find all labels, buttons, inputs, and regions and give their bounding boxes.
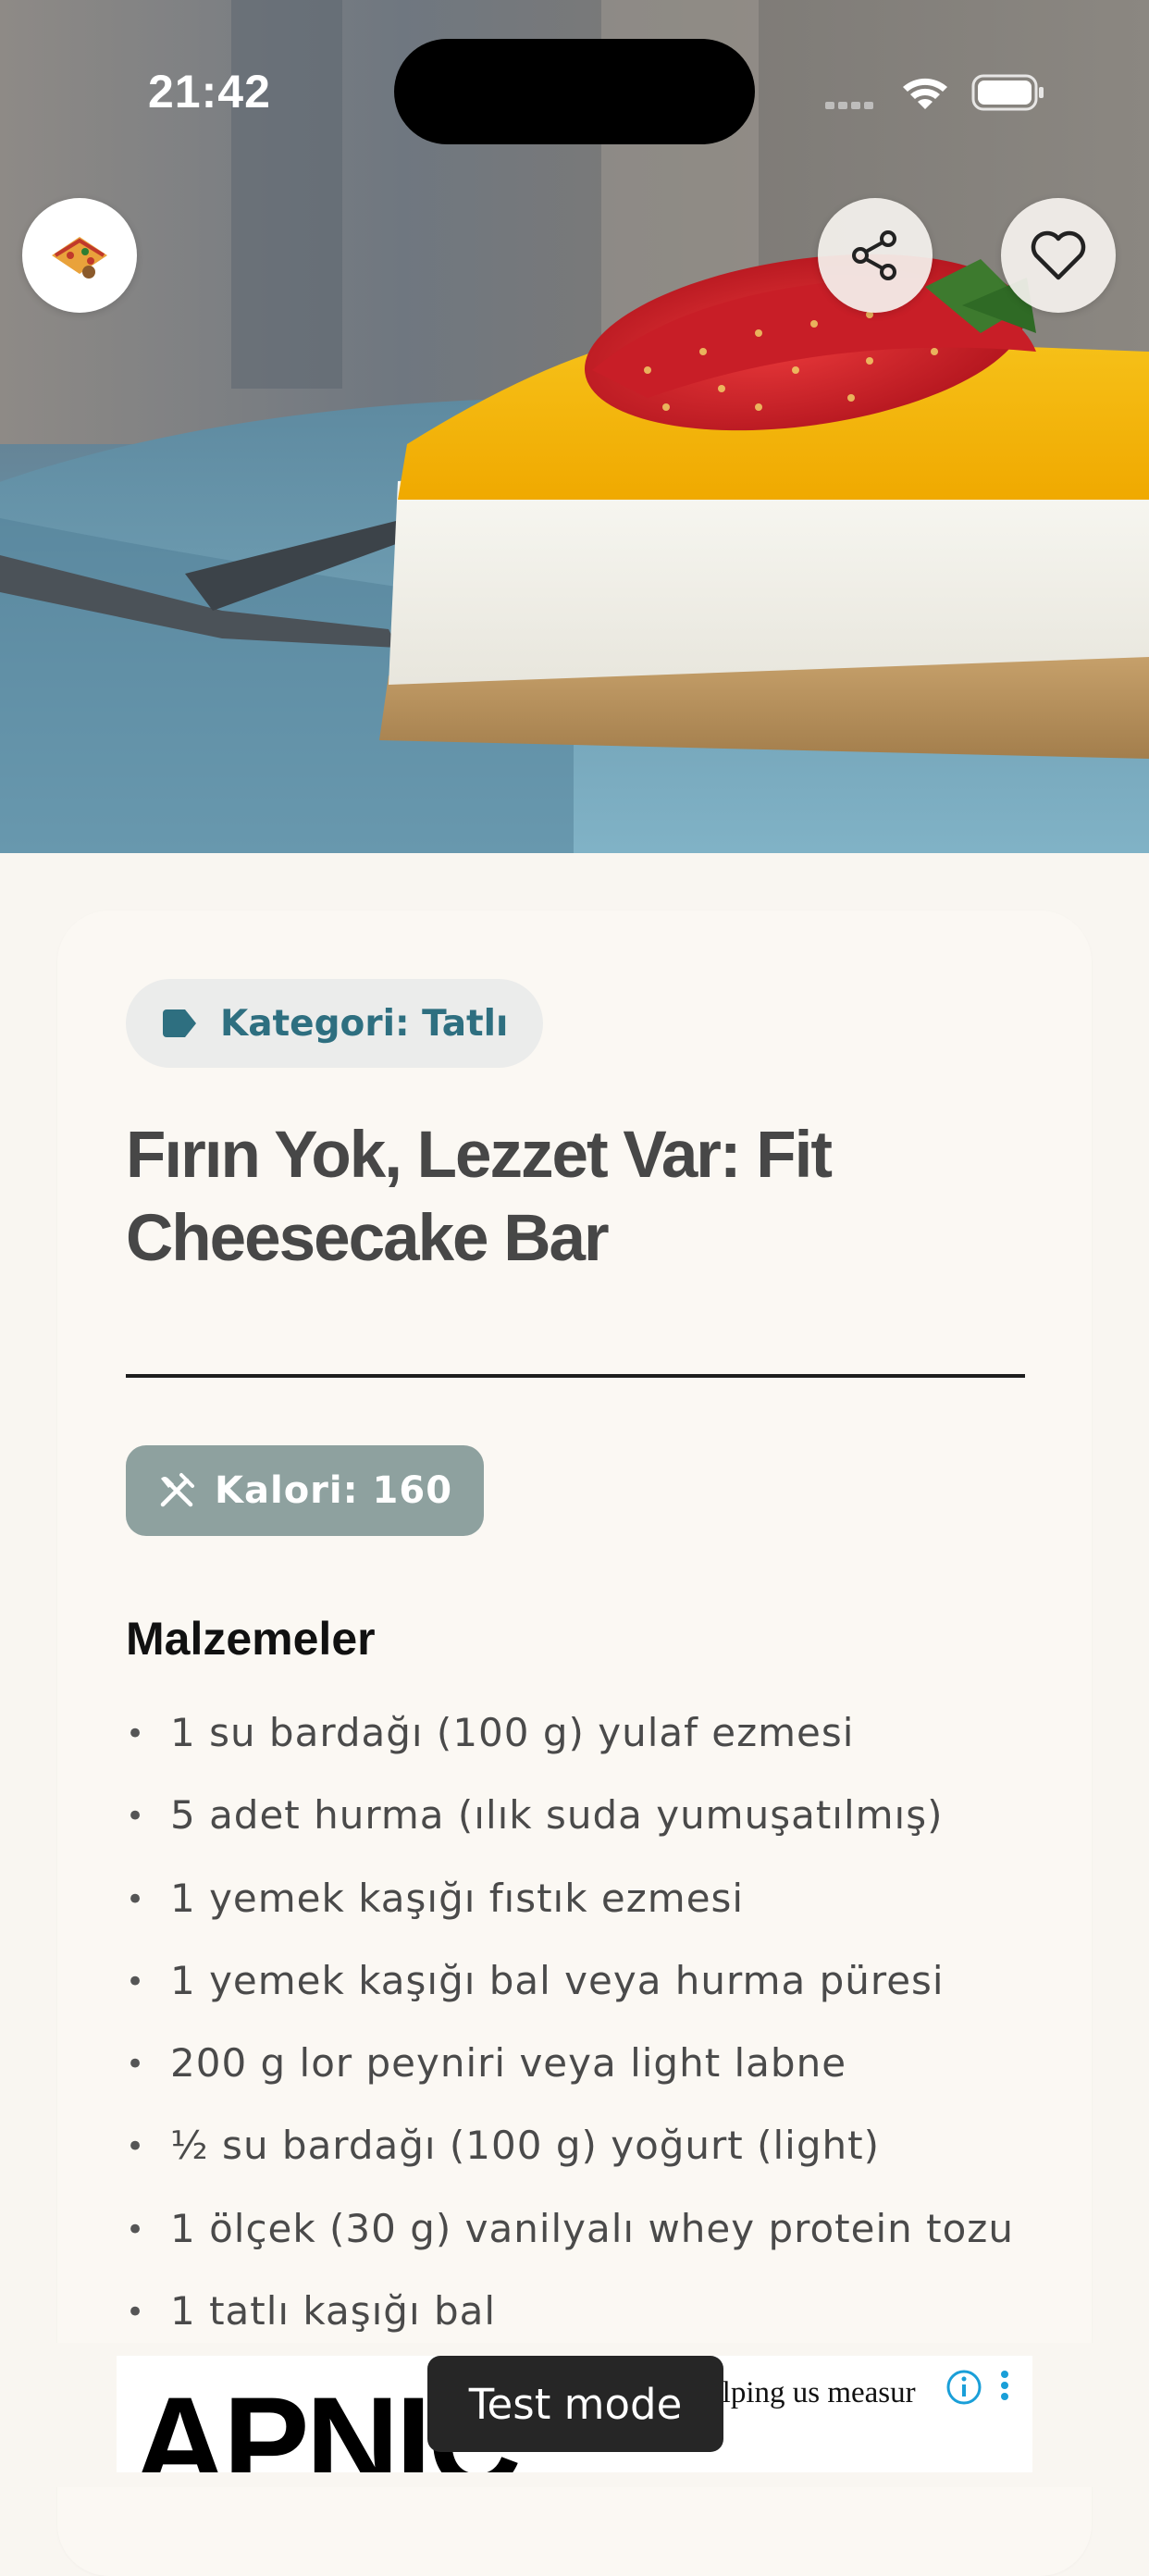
- utensils-icon: [160, 1473, 194, 1507]
- calorie-label: Kalori: 160: [215, 1469, 453, 1512]
- tag-icon: [163, 1009, 196, 1037]
- wifi-icon: [903, 78, 947, 109]
- favorite-button[interactable]: [1001, 198, 1116, 313]
- recipe-title: Fırın Yok, Lezzet Var: Fit Cheesecake Ba…: [126, 1119, 833, 1275]
- battery-icon: [971, 74, 1044, 111]
- signal-icon: [825, 102, 873, 109]
- ingredients-heading: Malzemeler: [126, 1613, 376, 1665]
- ingredient-item: • 200 g lor peyniri veya light labne: [126, 2040, 847, 2087]
- share-icon: [852, 230, 896, 280]
- ingredient-item: • 1 ölçek (30 g) vanilyalı whey protein t…: [126, 2205, 1014, 2251]
- heart-icon: [1031, 230, 1086, 280]
- status-icons: [825, 74, 1044, 111]
- title-divider: [126, 1374, 1025, 1378]
- app-logo-button[interactable]: [22, 198, 137, 313]
- ingredient-item: • 1 yemek kaşığı bal veya hurma püresi: [126, 1957, 945, 2003]
- logo-icon: [52, 237, 107, 279]
- ingredient-item: • ½ su bardağı (100 g) yoğurt (light): [126, 2123, 880, 2169]
- category-chip[interactable]: Kategori: Tatlı: [126, 979, 544, 1068]
- ingredients-list: • 1 su bardağı (100 g) yulaf ezmesi • 5 ad…: [126, 1710, 1032, 2371]
- ingredient-item: • 1 yemek kaşığı fıstık ezmesi: [126, 1875, 745, 1921]
- status-time: 21:42: [148, 66, 271, 118]
- share-button[interactable]: [818, 198, 933, 313]
- dynamic-island: [394, 39, 755, 144]
- ad-info-icon[interactable]: [945, 2369, 982, 2406]
- category-label: Kategori: Tatlı: [220, 1002, 509, 1045]
- ad-menu-icon[interactable]: [995, 2367, 1014, 2408]
- calorie-chip: Kalori: 160: [126, 1445, 485, 1536]
- ingredient-item: • 1 su bardağı (100 g) yulaf ezmesi: [126, 1710, 855, 1755]
- ad-text: elping us measur: [709, 2376, 916, 2409]
- test-mode-toast: Test mode: [427, 2356, 723, 2452]
- ingredient-item: • 5 adet hurma (ılık suda yumuşatılmış): [126, 1792, 944, 1839]
